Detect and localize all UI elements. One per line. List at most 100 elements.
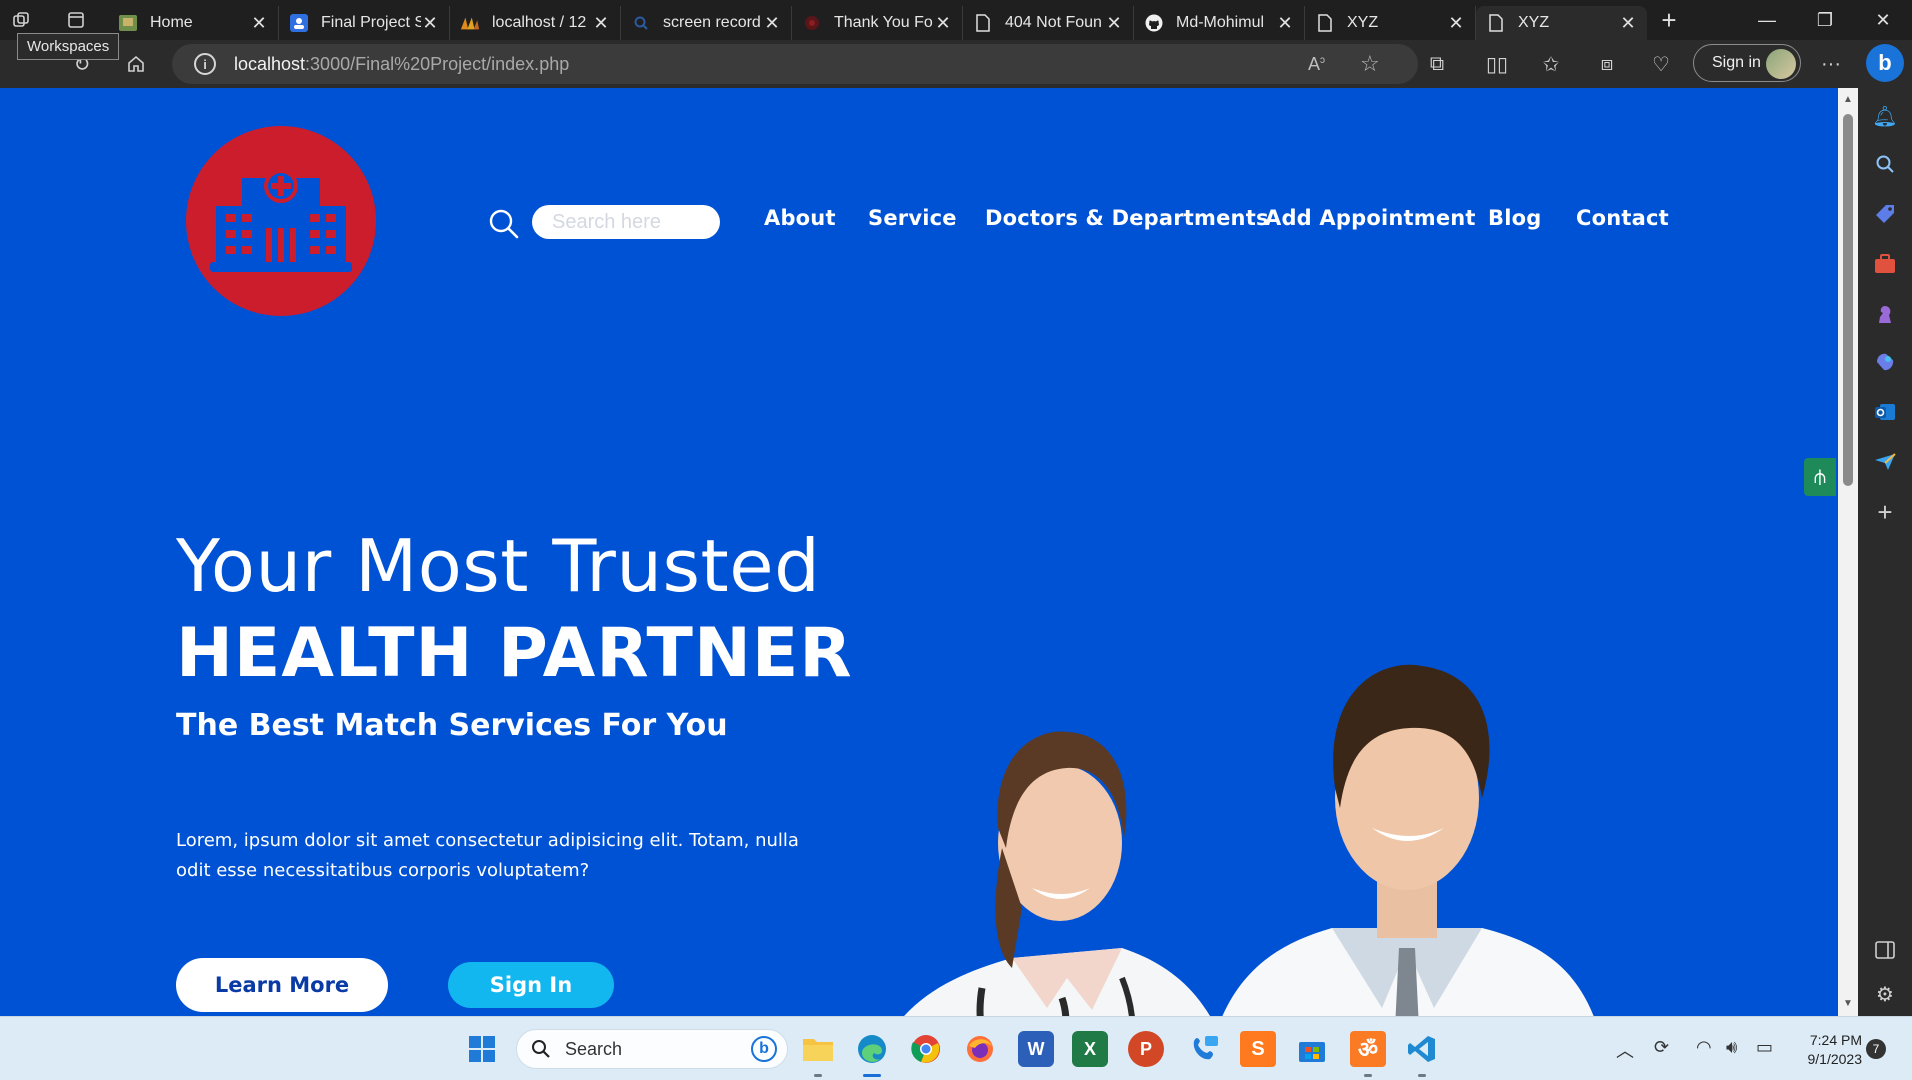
shopping-tag-button[interactable] bbox=[1871, 200, 1899, 228]
phone-message-icon bbox=[1193, 1036, 1218, 1060]
nav-link-contact[interactable]: Contact bbox=[1576, 206, 1669, 230]
add-sidebar-app-button[interactable]: + bbox=[1871, 497, 1899, 527]
file-explorer-button[interactable] bbox=[800, 1031, 836, 1067]
messaging-button[interactable] bbox=[1186, 1031, 1222, 1067]
firefox-button[interactable] bbox=[962, 1031, 998, 1067]
scrollbar-thumb[interactable] bbox=[1843, 114, 1853, 486]
tag-icon bbox=[1876, 205, 1894, 223]
nav-link-blog[interactable]: Blog bbox=[1488, 206, 1541, 230]
games-button[interactable] bbox=[1871, 300, 1899, 328]
nav-link-doctors-departments[interactable]: Doctors & Departments bbox=[985, 206, 1269, 230]
powerpoint-button[interactable]: P bbox=[1128, 1031, 1164, 1067]
page-icon bbox=[1486, 13, 1506, 33]
volume-icon[interactable]: 🔊︎ bbox=[1726, 1037, 1737, 1058]
search-button[interactable] bbox=[488, 208, 520, 240]
firefox-icon bbox=[967, 1036, 993, 1062]
browser-tab-active[interactable]: XYZ ✕ bbox=[1476, 6, 1647, 40]
start-button[interactable] bbox=[464, 1031, 500, 1067]
hero-subtitle: The Best Match Services For You bbox=[176, 708, 728, 743]
site-search-input[interactable] bbox=[532, 205, 720, 239]
nav-link-service[interactable]: Service bbox=[868, 206, 957, 230]
chrome-button[interactable] bbox=[908, 1031, 944, 1067]
close-tab-icon[interactable]: ✕ bbox=[1447, 13, 1465, 34]
hospital-logo[interactable] bbox=[186, 126, 376, 316]
taskbar-clock[interactable]: 7:24 PM 9/1/2023 bbox=[1766, 1031, 1863, 1069]
tab-title: Home bbox=[150, 14, 193, 31]
favorites-button[interactable]: ✩ bbox=[1536, 50, 1566, 78]
accessibility-widget-button[interactable]: ⫛ bbox=[1804, 458, 1836, 496]
vscode-button[interactable] bbox=[1404, 1031, 1440, 1067]
extensions-button[interactable]: ⧉ bbox=[1422, 50, 1452, 78]
close-tab-icon[interactable]: ✕ bbox=[763, 13, 781, 34]
excel-button[interactable]: X bbox=[1072, 1031, 1108, 1067]
minimize-button[interactable]: — bbox=[1738, 0, 1796, 40]
sign-in-button[interactable]: Sign In bbox=[448, 962, 614, 1008]
close-tab-icon[interactable]: ✕ bbox=[934, 13, 952, 34]
outlook-button[interactable] bbox=[1871, 398, 1899, 426]
home-button[interactable] bbox=[120, 48, 152, 80]
browser-tab[interactable]: Final Project S ✕ bbox=[279, 6, 450, 40]
performance-button[interactable]: ♡ bbox=[1646, 50, 1676, 78]
drop-button[interactable] bbox=[1871, 448, 1899, 476]
search-icon bbox=[489, 209, 519, 239]
site-info-icon[interactable]: i bbox=[194, 53, 216, 75]
close-tab-icon[interactable]: ✕ bbox=[421, 13, 439, 34]
close-tab-icon[interactable]: ✕ bbox=[1105, 13, 1123, 34]
scroll-up-icon[interactable]: ▲ bbox=[1842, 94, 1854, 105]
notifications-bell-button[interactable]: 🔔︎ bbox=[1871, 102, 1899, 130]
browser-tab[interactable]: Home ✕ bbox=[108, 6, 279, 40]
browser-tab[interactable]: 404 Not Foun ✕ bbox=[963, 6, 1134, 40]
browser-tab[interactable]: XYZ ✕ bbox=[1305, 6, 1476, 40]
bing-icon: b bbox=[1878, 50, 1892, 75]
collections-button[interactable]: ⧈ bbox=[1592, 50, 1622, 78]
profile-sign-in-button[interactable]: Sign in bbox=[1693, 44, 1801, 82]
show-hidden-icons-button[interactable]: ︿ bbox=[1616, 1037, 1634, 1063]
read-aloud-icon[interactable]: Aↄ bbox=[1308, 54, 1325, 75]
briefcase-icon bbox=[1875, 254, 1895, 273]
nav-link-add-appointment[interactable]: Add Appointment bbox=[1265, 206, 1476, 230]
clock-date: 9/1/2023 bbox=[1807, 1051, 1863, 1067]
close-tab-icon[interactable]: ✕ bbox=[1619, 13, 1637, 34]
learn-more-button[interactable]: Learn More bbox=[176, 958, 388, 1012]
sublime-text-button[interactable]: S bbox=[1240, 1031, 1276, 1067]
taskbar-search-box[interactable]: Search b bbox=[516, 1029, 788, 1069]
restore-button[interactable]: ❐ bbox=[1796, 0, 1854, 40]
edge-taskbar-button[interactable] bbox=[854, 1031, 890, 1067]
browser-tab[interactable]: Md-Mohimul ✕ bbox=[1134, 6, 1305, 40]
page-scrollbar[interactable]: ▲ ▼ bbox=[1838, 88, 1858, 1016]
close-tab-icon[interactable]: ✕ bbox=[1276, 13, 1294, 34]
settings-more-button[interactable]: ··· bbox=[1816, 50, 1846, 78]
hero-title-line2: HEALTH PARTNER bbox=[176, 614, 853, 693]
copilot-button[interactable] bbox=[1871, 348, 1899, 376]
bing-copilot-button[interactable]: b bbox=[1866, 44, 1904, 82]
new-tab-button[interactable]: + bbox=[1647, 0, 1691, 40]
xampp-button[interactable]: ॐ bbox=[1350, 1031, 1386, 1067]
close-window-button[interactable]: ✕ bbox=[1854, 0, 1912, 40]
wifi-icon[interactable]: ◠ bbox=[1696, 1037, 1712, 1058]
close-tab-icon[interactable]: ✕ bbox=[250, 13, 268, 34]
browser-tab[interactable]: Thank You Fo ✕ bbox=[792, 6, 963, 40]
store-button[interactable] bbox=[1294, 1031, 1330, 1067]
sublime-icon: S bbox=[1251, 1037, 1265, 1060]
hide-sidebar-button[interactable] bbox=[1871, 936, 1899, 964]
sync-icon[interactable]: ⟳ bbox=[1654, 1037, 1669, 1058]
home-icon bbox=[128, 55, 144, 72]
close-tab-icon[interactable]: ✕ bbox=[592, 13, 610, 34]
sidebar-settings-button[interactable]: ⚙ bbox=[1871, 980, 1899, 1008]
nav-link-about[interactable]: About bbox=[764, 206, 836, 230]
more-icon: ··· bbox=[1821, 52, 1841, 75]
scroll-down-icon[interactable]: ▼ bbox=[1842, 998, 1854, 1009]
hero-title-line1: Your Most Trusted bbox=[176, 524, 821, 608]
address-bar[interactable]: i localhost:3000/Final%20Project/index.p… bbox=[172, 44, 1418, 84]
notification-count-badge[interactable]: 7 bbox=[1866, 1039, 1886, 1059]
xampp-icon: ॐ bbox=[1357, 1037, 1379, 1062]
red-favicon-icon bbox=[802, 13, 822, 33]
word-button[interactable]: W bbox=[1018, 1031, 1054, 1067]
split-screen-button[interactable]: ▯▯ bbox=[1482, 50, 1512, 78]
tools-briefcase-button[interactable] bbox=[1871, 250, 1899, 278]
tab-title: XYZ bbox=[1347, 14, 1379, 31]
favorite-star-icon[interactable]: ☆ bbox=[1360, 51, 1380, 77]
browser-tab[interactable]: screen record ✕ bbox=[621, 6, 792, 40]
sidebar-search-button[interactable] bbox=[1871, 150, 1899, 178]
browser-tab[interactable]: localhost / 12 ✕ bbox=[450, 6, 621, 40]
